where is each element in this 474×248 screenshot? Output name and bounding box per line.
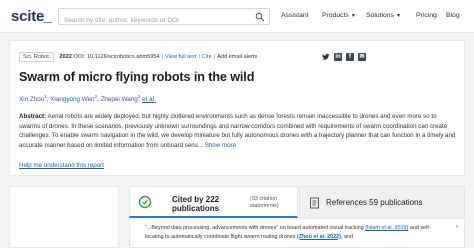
author-list: Xin Zhou1, Xiangyong Wen2, Zhepei Wang3 … (19, 94, 156, 104)
nav-label: Products (322, 12, 349, 19)
reference-link[interactable]: (Islam et al. 2019) (365, 225, 408, 231)
author-link[interactable]: Xin Zhou1 (19, 94, 47, 103)
paper-title: Swarm of micro flying robots in the wild (19, 70, 255, 84)
add-email-alerts-link[interactable]: Add email alerts (217, 54, 257, 60)
cite-link[interactable]: Cite (202, 54, 212, 60)
separator: | (161, 54, 163, 60)
nav-label: Assistant (281, 12, 309, 19)
cited-by-tab[interactable]: Cited by 222 publications (93 citation s… (129, 186, 298, 218)
nav-label: Solutions (366, 12, 394, 19)
linkedin-icon[interactable]: in (334, 53, 342, 61)
author-link[interactable]: Zhepei Wang3 (101, 94, 141, 103)
citation-check-icon (138, 195, 152, 209)
side-panel (9, 186, 119, 248)
et-al-link[interactable]: et al. (142, 96, 156, 103)
separator: | (213, 54, 216, 60)
references-icon (310, 197, 319, 209)
abstract-text: Aerial robots are widely deployed, but h… (19, 113, 456, 149)
cited-by-count: Cited by 222 publications (172, 195, 220, 213)
nav-pricing[interactable]: Pricing (416, 12, 437, 19)
show-more-link[interactable]: Show more (203, 142, 236, 149)
twitter-icon[interactable] (322, 53, 330, 61)
citation-snippet: "...Beyond data processing, advancements… (145, 225, 431, 240)
search-icon[interactable] (255, 12, 265, 22)
search-box[interactable] (58, 8, 270, 28)
help-understand-link[interactable]: Help me understand this report (19, 162, 104, 169)
nav-label: Pricing (416, 12, 437, 19)
facebook-icon[interactable]: f (346, 53, 354, 61)
references-count: References 59 publications (326, 198, 423, 207)
chevron-down-icon: ▼ (395, 13, 401, 19)
abstract: Abstract: Aerial robots are widely deplo… (19, 112, 459, 150)
email-icon[interactable]: ✉ (358, 53, 366, 61)
scite-logo[interactable]: scite_ (11, 8, 53, 25)
paper-meta: Sci. Robot. 2022 DOI: 10.1126/scirobotic… (19, 52, 257, 62)
journal-badge[interactable]: Sci. Robot. (19, 52, 55, 62)
abstract-label: Abstract: (19, 113, 47, 120)
citation-statements: (93 citation statements) (250, 196, 279, 209)
reference-link[interactable]: (Zhou et al. 2022) (297, 234, 341, 240)
nav-blog-visible[interactable]: Blog (446, 12, 460, 19)
citation-section: Cited by 222 publications (93 citation s… (129, 186, 465, 248)
publication-year: 2022 (59, 54, 72, 60)
doi-text[interactable]: DOI: 10.1126/scirobotics.abm5954 (74, 54, 160, 60)
author-link[interactable]: Xiangyong Wen2 (50, 94, 97, 103)
paper-card: Sci. Robot. 2022 DOI: 10.1126/scirobotic… (9, 40, 465, 176)
citation-statement-card: "...Beyond data processing, advancements… (129, 220, 465, 248)
nav-assistant[interactable]: Assistant (281, 12, 309, 19)
nav-solutions[interactable]: Solutions ▼ (366, 12, 401, 19)
top-navbar: scite_ Assistant Products▼ Solutions▼ Pr… (0, 0, 474, 33)
search-input[interactable] (59, 13, 249, 28)
chevron-right-icon[interactable]: › (456, 224, 458, 230)
nav-label: Blog (446, 12, 460, 19)
nav-products[interactable]: Products ▼ (322, 12, 356, 19)
separator: | (198, 54, 200, 60)
references-tab[interactable]: References 59 publications (299, 186, 465, 218)
chevron-down-icon: ▼ (350, 13, 356, 19)
view-full-text-link[interactable]: View full text (165, 54, 196, 60)
